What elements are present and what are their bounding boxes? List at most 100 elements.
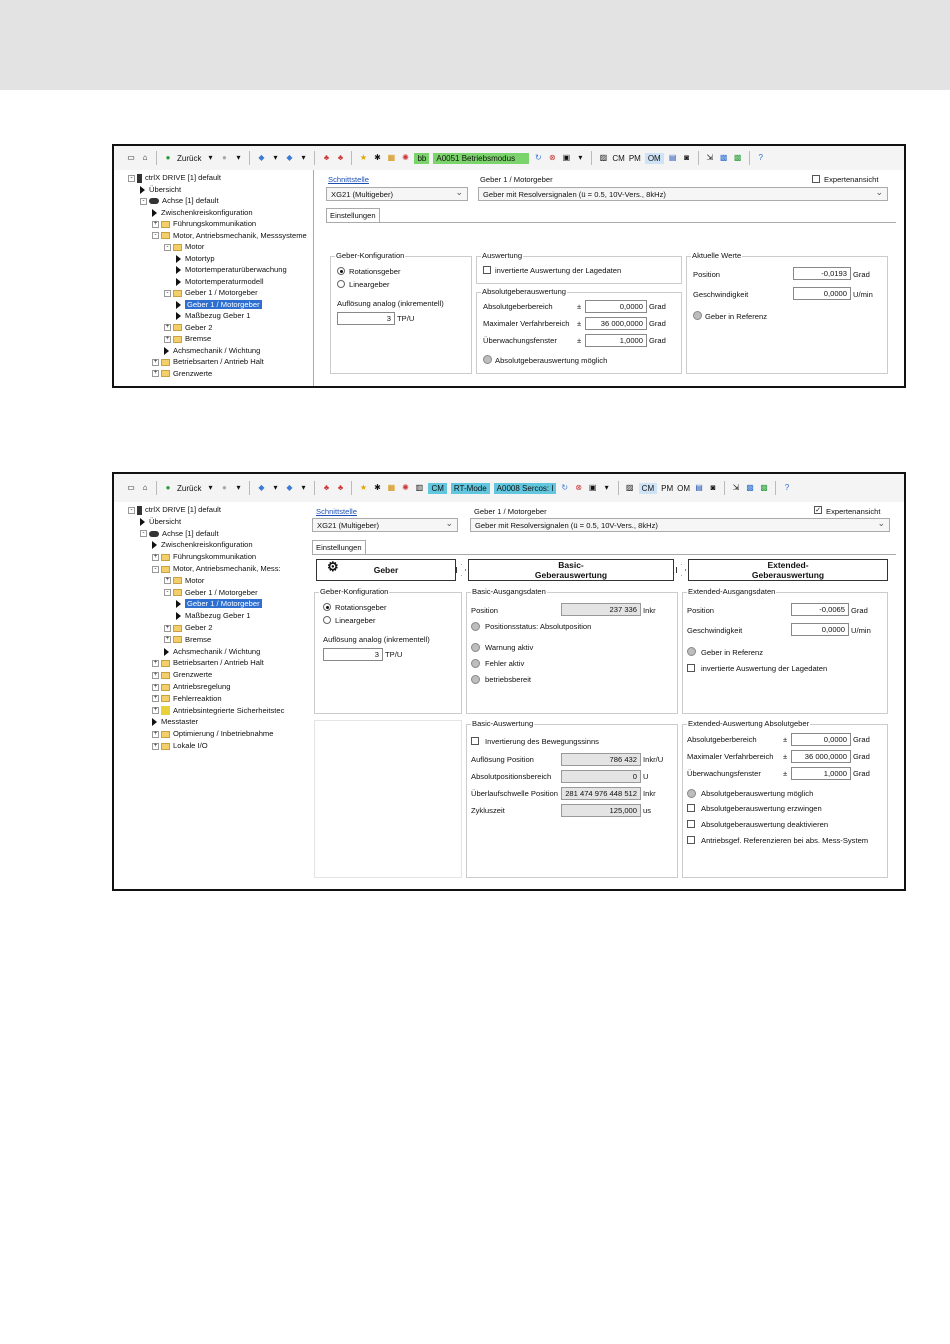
pm-button[interactable]: PM [661, 484, 673, 493]
dropdown-icon[interactable]: ▾ [298, 483, 308, 493]
dropdown-icon[interactable]: ▾ [298, 153, 308, 163]
load-icon[interactable]: ▩ [759, 483, 769, 493]
expert-view-checkbox[interactable]: ✓ [814, 506, 822, 514]
tab-einstellungen[interactable]: Einstellungen [326, 208, 380, 222]
expand-toggle-icon[interactable]: - [128, 506, 135, 514]
chart-icon[interactable]: ▥ [414, 483, 424, 493]
table-icon[interactable]: ▦ [386, 483, 396, 493]
expand-toggle-icon[interactable]: + [164, 636, 171, 644]
expand-toggle-icon[interactable]: + [152, 695, 159, 703]
tree-item[interactable]: + Motor [164, 575, 204, 586]
linear-encoder-radio[interactable] [337, 280, 345, 288]
tree-item[interactable]: - Geber 1 / Motorgeber [164, 587, 258, 598]
dropdown-icon[interactable]: ▾ [270, 153, 280, 163]
oscilloscope-icon[interactable]: ▨ [598, 153, 608, 163]
expand-toggle-icon[interactable]: + [152, 358, 159, 366]
row-value[interactable]: 36 000,0000 [791, 750, 851, 763]
tree-item[interactable]: Achsmechanik / Wichtung [164, 345, 260, 356]
tree-item[interactable]: - Motor, Antriebsmechanik, Mess: [152, 563, 281, 574]
expert-view-checkbox[interactable] [812, 175, 820, 183]
cm-button[interactable]: CM [638, 482, 658, 494]
forward-icon[interactable]: ● [219, 483, 229, 493]
network-offline-icon[interactable]: ♣ [335, 483, 345, 493]
expand-toggle-icon[interactable]: - [164, 289, 171, 297]
resolution-input[interactable]: 3 [323, 648, 383, 661]
rotary-encoder-radio[interactable] [323, 603, 331, 611]
tree-item[interactable]: + Betriebsarten / Antrieb Halt [152, 657, 264, 668]
expand-toggle-icon[interactable]: + [152, 553, 159, 561]
tree-item[interactable]: Geber 1 / Motorgeber [176, 598, 262, 609]
tree-item[interactable]: - Geber 1 / Motorgeber [164, 287, 258, 298]
dropdown-icon[interactable]: ▾ [233, 153, 243, 163]
schnittstelle-link[interactable]: Schnittstelle [328, 175, 369, 184]
invert-direction-checkbox[interactable] [471, 737, 479, 745]
encoder-type-select[interactable]: Geber mit Resolversignalen (ü = 0.5, 10V… [470, 518, 890, 532]
expand-toggle-icon[interactable]: - [152, 232, 159, 239]
refresh-icon[interactable]: ↻ [533, 153, 543, 163]
tree-item[interactable]: + Betriebsarten / Antrieb Halt [152, 356, 264, 367]
export-icon[interactable]: ⇲ [705, 153, 715, 163]
expand-toggle-icon[interactable]: + [152, 370, 159, 377]
expand-toggle-icon[interactable]: - [164, 589, 171, 597]
tree-item[interactable]: Maßbezug Geber 1 [176, 310, 250, 321]
dropdown-icon[interactable]: ▾ [233, 483, 243, 493]
table-icon[interactable]: ▦ [386, 153, 396, 163]
linear-encoder-radio[interactable] [323, 616, 331, 624]
refresh-icon[interactable]: ↻ [560, 483, 570, 493]
row-value[interactable]: 0,0000 [585, 300, 647, 313]
tree-item[interactable]: + Antriebsregelung [152, 681, 230, 692]
expand-toggle-icon[interactable]: + [152, 220, 159, 228]
invert-position-checkbox[interactable] [687, 664, 695, 672]
expand-toggle-icon[interactable]: + [152, 671, 159, 679]
back-button[interactable]: Zurück [177, 154, 201, 163]
tree-item[interactable]: Motortemperaturüberwachung [176, 264, 287, 275]
load-icon[interactable]: ▩ [733, 153, 743, 163]
tree-item[interactable]: + Grenzwerte [152, 368, 212, 379]
tree-item[interactable]: Messtaster [152, 716, 198, 727]
tree-item[interactable]: + Optimierung / Inbetriebnahme [152, 728, 273, 739]
expand-toggle-icon[interactable]: - [164, 243, 171, 251]
tree-item[interactable]: + Führungskommunikation [152, 218, 256, 229]
star-icon[interactable]: ★ [358, 483, 368, 493]
save-icon[interactable]: ▩ [719, 153, 729, 163]
expand-toggle-icon[interactable]: + [164, 624, 171, 632]
grid-icon[interactable]: ▤ [668, 153, 678, 163]
camera-icon[interactable]: ◙ [682, 153, 692, 163]
tree-item[interactable]: - ctrlX DRIVE [1] default [128, 504, 221, 515]
row-value[interactable]: 1,0000 [585, 334, 647, 347]
network-icon[interactable]: ♣ [321, 153, 331, 163]
tree-item[interactable]: + Fehlerreaktion [152, 693, 222, 704]
interface-select[interactable]: XG21 (Multigeber) [312, 518, 458, 532]
rotary-encoder-radio[interactable] [337, 267, 345, 275]
disable-absolute-checkbox[interactable] [687, 820, 695, 828]
expand-toggle-icon[interactable]: - [152, 565, 159, 573]
expand-toggle-icon[interactable]: + [152, 659, 159, 667]
back-arrow-icon[interactable]: ● [163, 153, 173, 163]
expand-toggle-icon[interactable]: - [140, 530, 147, 538]
tree-item[interactable]: Zwischenkreiskonfiguration [152, 207, 253, 218]
window-icon[interactable]: ▭ [126, 483, 136, 493]
schnittstelle-link[interactable]: Schnittstelle [316, 507, 357, 516]
nav-down-icon[interactable]: ◆ [284, 153, 294, 163]
tree-item[interactable]: - Achse [1] default [140, 195, 219, 206]
row-value[interactable]: 36 000,0000 [585, 317, 647, 330]
om-button[interactable]: OM [677, 484, 690, 493]
forward-icon[interactable]: ● [219, 153, 229, 163]
home-icon[interactable]: ⌂ [140, 483, 150, 493]
nav-up-icon[interactable]: ◆ [256, 153, 266, 163]
row-value[interactable]: 1,0000 [791, 767, 851, 780]
nav-up-icon[interactable]: ◆ [256, 483, 266, 493]
tree-item[interactable]: - Motor, Antriebsmechanik, Messsysteme [152, 230, 307, 241]
tree-item[interactable]: Übersicht [140, 184, 181, 195]
tree-item[interactable]: Maßbezug Geber 1 [176, 610, 250, 621]
row-value[interactable]: 0,0000 [791, 733, 851, 746]
tree-item[interactable]: - Motor [164, 241, 204, 252]
tools-icon[interactable]: ✱ [372, 483, 382, 493]
export-icon[interactable]: ⇲ [731, 483, 741, 493]
expand-toggle-icon[interactable]: + [152, 707, 159, 715]
tree-item[interactable]: - Achse [1] default [140, 528, 219, 539]
tree-item[interactable]: + Bremse [164, 634, 211, 645]
dropdown-icon[interactable]: ▾ [575, 153, 585, 163]
expand-toggle-icon[interactable]: + [152, 730, 159, 738]
expand-toggle-icon[interactable]: + [164, 577, 171, 585]
